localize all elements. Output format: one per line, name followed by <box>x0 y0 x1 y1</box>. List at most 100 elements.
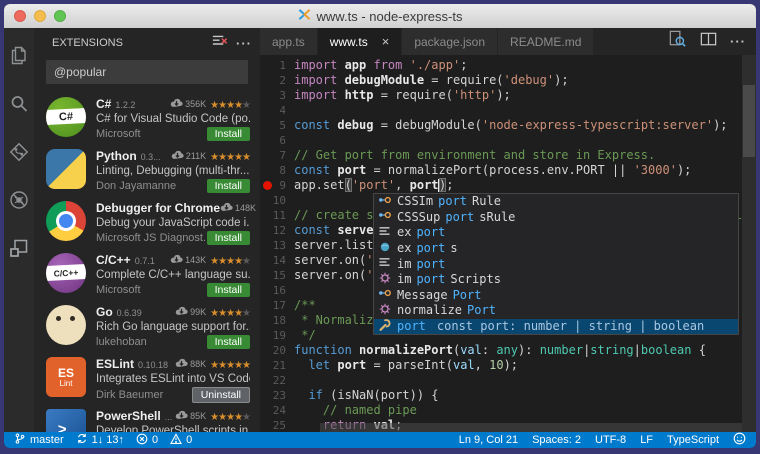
extensions-search-input[interactable] <box>46 60 248 84</box>
tab-README.md[interactable]: README.md <box>498 28 594 55</box>
code-token: ); <box>504 358 518 372</box>
horizontal-scrollbar[interactable] <box>320 423 742 432</box>
vertical-scrollbar-thumb[interactable] <box>743 85 755 157</box>
line-text <box>286 373 294 388</box>
vertical-scrollbar[interactable] <box>742 55 756 432</box>
extension-row[interactable]: Python0.3...211K★★★★★Linting, Debugging … <box>34 144 260 196</box>
code-token: normalizePort <box>359 343 453 357</box>
code-token: 'node-express-typescript:server' <box>482 118 713 132</box>
code-line: 23 if (isNaN(port)) { <box>260 388 742 403</box>
status-warnings[interactable]: 0 <box>170 433 192 448</box>
extension-description: C# for Visual Studio Code (po... <box>96 113 250 125</box>
status-label: master <box>30 434 64 446</box>
rating-stars: ★★★★★ <box>210 309 250 319</box>
sidebar-more-actions-icon[interactable]: ··· <box>236 37 252 50</box>
install-button[interactable]: Install <box>207 179 250 193</box>
uninstall-button[interactable]: Uninstall <box>192 387 250 403</box>
suggestion-importScripts[interactable]: importScripts <box>374 272 738 288</box>
extension-row[interactable]: >_PowerShell...85K★★★★★Develop PowerShel… <box>34 404 260 432</box>
tab-app.ts[interactable]: app.ts <box>260 28 318 55</box>
split-icon[interactable] <box>699 30 718 54</box>
tab-package.json[interactable]: package.json <box>402 28 498 55</box>
close-tab-icon[interactable]: × <box>382 34 390 49</box>
install-button[interactable]: Install <box>207 335 250 349</box>
extension-meta-row: MicrosoftInstall <box>96 127 250 141</box>
extension-row[interactable]: Debugger for Chrome148KDebug your JavaSc… <box>34 196 260 248</box>
status-sync[interactable]: 1↓ 13↑ <box>76 432 124 448</box>
cpp-logo-icon: C/C++ <box>46 253 86 293</box>
activity-item-explorer[interactable] <box>4 34 34 82</box>
code-token: if <box>308 388 330 402</box>
install-button[interactable]: Install <box>207 283 250 297</box>
code-line: 1import app from './app'; <box>260 58 742 73</box>
suggestion-CSSSupportsRule[interactable]: CSSSupportsRule <box>374 210 738 226</box>
sync-icon <box>76 432 88 448</box>
activity-item-extensions[interactable] <box>4 226 34 274</box>
activity-item-source-control[interactable] <box>4 130 34 178</box>
zoom-window-button[interactable] <box>54 10 66 22</box>
code-token: ( <box>345 178 352 192</box>
activity-bar <box>4 28 34 432</box>
extensions-search <box>46 60 248 84</box>
suggestion-port[interactable]: portconst port: number | string | boolea… <box>374 319 738 335</box>
python-logo-icon <box>46 149 86 189</box>
ellipsis-icon[interactable]: ··· <box>730 33 746 51</box>
minimize-window-button[interactable] <box>34 10 46 22</box>
install-button[interactable]: Install <box>207 127 250 141</box>
clear-extensions-input-icon[interactable] <box>211 33 228 53</box>
close-window-button[interactable] <box>14 10 26 22</box>
suggestion-import[interactable]: import <box>374 256 738 272</box>
suggestion-CSSImportRule[interactable]: CSSImportRule <box>374 194 738 210</box>
extension-row[interactable]: C#C#1.2.2356K★★★★★C# for Visual Studio C… <box>34 92 260 144</box>
line-text: */ <box>286 328 316 343</box>
suggestion-label: CSSIm <box>397 194 433 209</box>
cloud-download-icon <box>171 150 184 162</box>
extension-row[interactable]: Go0.6.3999K★★★★★Rich Go language support… <box>34 300 260 352</box>
code-token: 'http' <box>453 88 496 102</box>
code-token: server.on( <box>294 268 366 282</box>
suggestion-detail: const port: number | string | boolean <box>437 319 704 334</box>
suggestion-export[interactable]: export <box>374 225 738 241</box>
star-icon: ★ <box>242 152 250 163</box>
preview-icon[interactable] <box>667 29 687 54</box>
status-eol[interactable]: LF <box>640 434 653 446</box>
code-token: // Get port from environment and store i… <box>294 148 655 162</box>
extension-meta-row: Microsoft JS Diagnost...Install <box>96 231 250 245</box>
suggestion-label: CSSSup <box>397 210 440 225</box>
activity-item-debug[interactable] <box>4 178 34 226</box>
class-kind-icon <box>378 194 392 210</box>
breakpoint-dot[interactable] <box>263 181 272 190</box>
status-language-mode[interactable]: TypeScript <box>667 434 719 446</box>
line-number: 25 <box>260 418 286 432</box>
status-git-branch[interactable]: master <box>14 432 64 448</box>
suggestion-label: ex <box>397 241 411 256</box>
code-token: let <box>308 358 337 372</box>
extension-row[interactable]: C/C++C/C++0.7.1143K★★★★★Complete C/C++ l… <box>34 248 260 300</box>
line-text: function normalizePort(val: any): number… <box>286 343 706 358</box>
line-number: 4 <box>260 103 286 118</box>
code-token: string <box>590 343 633 357</box>
suggestion-exports[interactable]: exports <box>374 241 738 257</box>
star-icon: ★ <box>226 412 234 423</box>
activity-item-search[interactable] <box>4 82 34 130</box>
status-cursor-position[interactable]: Ln 9, Col 21 <box>459 434 518 446</box>
line-text: // Get port from environment and store i… <box>286 148 655 163</box>
star-icon: ★ <box>226 152 234 163</box>
tab-www.ts[interactable]: www.ts× <box>318 28 403 55</box>
powershell-logo-icon: >_ <box>46 409 86 432</box>
suggestion-normalizePort[interactable]: normalizePort <box>374 303 738 319</box>
warning-icon <box>170 433 182 448</box>
status-encoding[interactable]: UTF-8 <box>595 434 626 446</box>
extension-description: Debug your JavaScript code i... <box>96 217 250 229</box>
status-indentation[interactable]: Spaces: 2 <box>532 434 581 446</box>
suggestion-match: port <box>445 210 474 225</box>
extension-info: C/C++0.7.1143K★★★★★Complete C/C++ langua… <box>96 253 250 300</box>
line-text: let port = parseInt(val, 10); <box>286 358 518 373</box>
extension-row[interactable]: ESLintESLint0.10.1888K★★★★★Integrates ES… <box>34 352 260 404</box>
code-editor[interactable]: 1import app from './app';2import debugMo… <box>260 55 756 432</box>
extension-title-row: PowerShell...85K★★★★★ <box>96 409 250 423</box>
install-button[interactable]: Install <box>207 231 250 245</box>
status-feedback[interactable] <box>733 432 746 448</box>
status-errors[interactable]: 0 <box>136 433 158 448</box>
suggestion-MessagePort[interactable]: MessagePort <box>374 288 738 304</box>
